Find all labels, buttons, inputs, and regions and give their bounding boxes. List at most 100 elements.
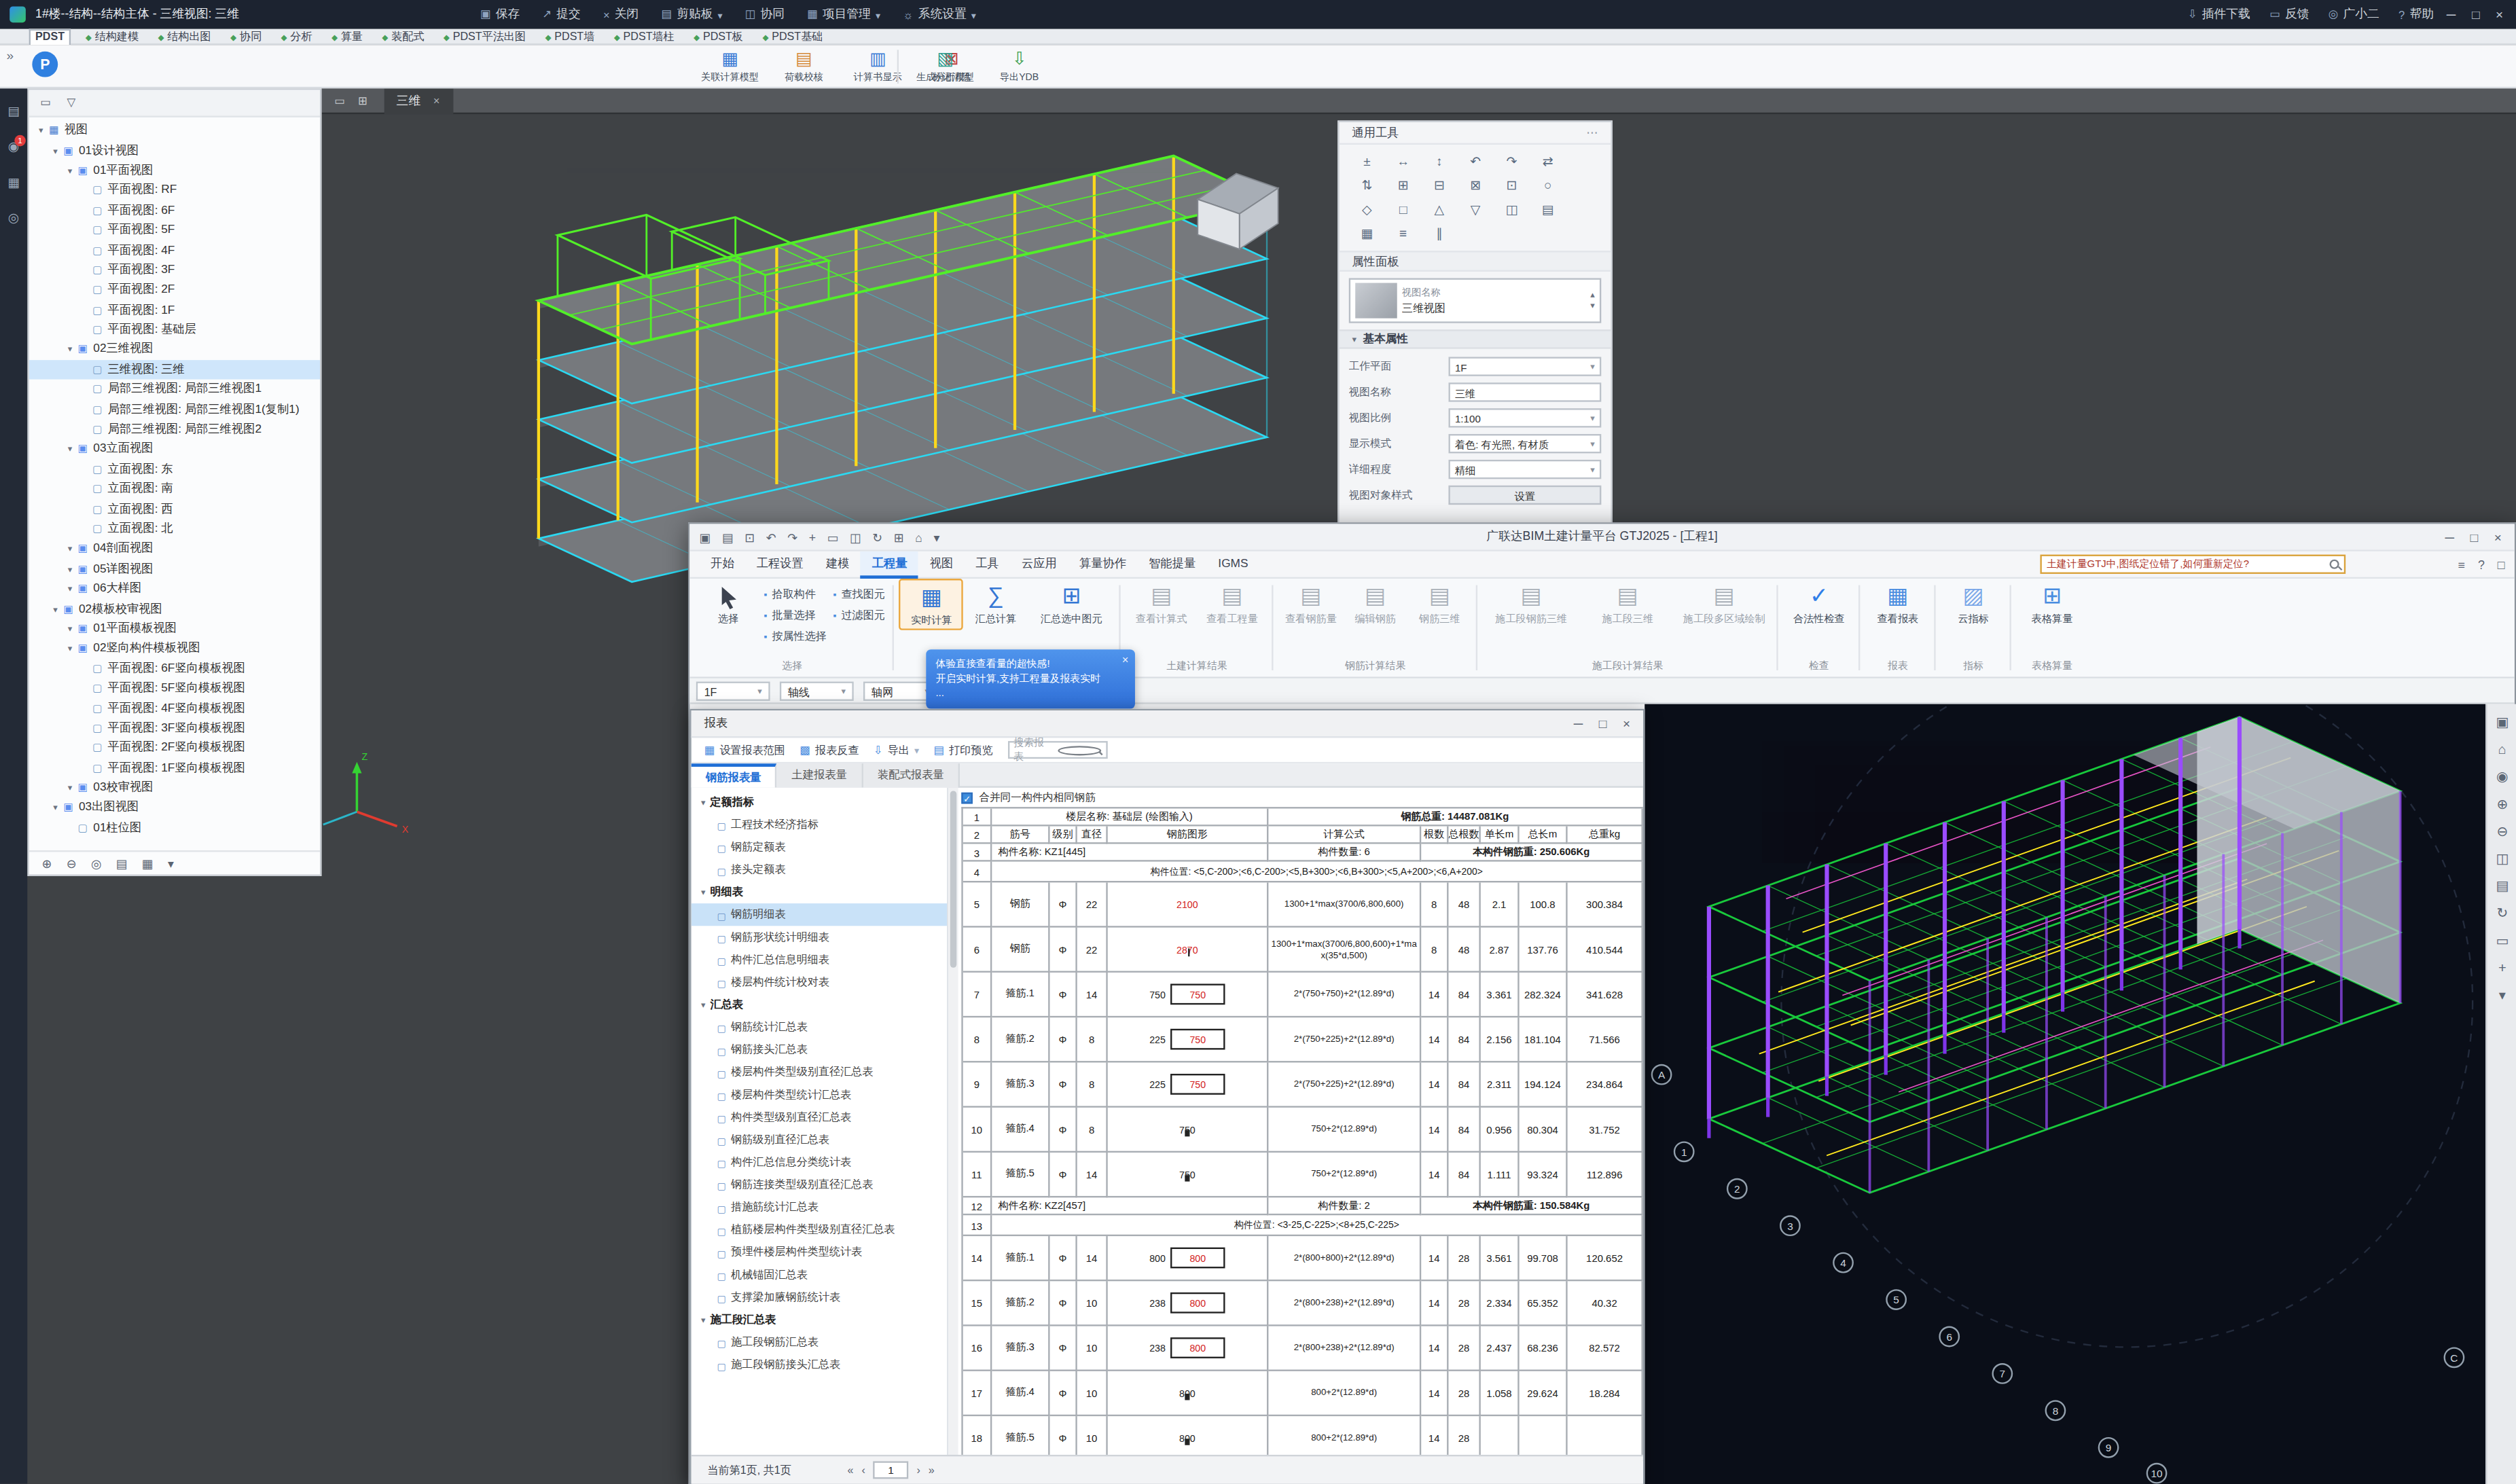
property-control[interactable]: 设置	[1448, 486, 1601, 505]
tree-item[interactable]: 三维视图: 三维	[29, 359, 320, 379]
view-tool-icon[interactable]: ▾	[2499, 987, 2506, 1003]
rebar-row[interactable]: 6 钢筋 Φ 22 2870 2870 1300+1*max(3700/6,80…	[963, 928, 1643, 973]
report-tree-item[interactable]: 钢筋级别直径汇总表	[691, 1128, 947, 1151]
pdst-ribbon-tab[interactable]: 装配式	[377, 28, 429, 44]
pdst-titlebar-tool[interactable]: ? 帮助	[2398, 6, 2434, 22]
minimize-button[interactable]: ─	[2447, 7, 2456, 22]
gtj-menu-tab[interactable]: 开始	[700, 551, 746, 578]
pdst-ribbon-tab[interactable]: PDST板	[689, 28, 748, 44]
report-tree-item[interactable]: 楼层构件类型统计汇总表	[691, 1083, 947, 1106]
floor-select[interactable]: 1F	[696, 681, 770, 700]
pdst-ribbon-tab[interactable]: PDST基础	[757, 28, 827, 44]
tool-icon[interactable]: ↕	[1421, 149, 1457, 174]
pdst-ribbon-tab[interactable]: PDST墙柱	[609, 28, 679, 44]
pdst-menu-item[interactable]: ☼ 系统设置 ▾	[903, 6, 976, 22]
expand-arrow-icon[interactable]	[65, 444, 76, 454]
report-tree-item[interactable]: 构件汇总信息明细表	[691, 948, 947, 971]
pdst-ribbon-tab[interactable]: 结构建模	[81, 28, 143, 44]
tree-item[interactable]: 立面视图: 南	[29, 479, 320, 499]
element-type-select[interactable]: 轴线	[780, 681, 854, 700]
report-tree-item[interactable]: 钢筋定额表	[691, 836, 947, 858]
tree-item[interactable]: 平面视图: 1F	[29, 300, 320, 319]
expand-arrow-icon[interactable]	[65, 564, 76, 573]
ribbon-big-button[interactable]: 查看钢筋量	[1279, 579, 1344, 627]
ribbon-big-button[interactable]: 查看计算式	[1126, 579, 1197, 627]
ribbon-small-button[interactable]: 批量选择	[763, 604, 827, 626]
tree-item[interactable]: 02三维视图	[29, 340, 320, 359]
search-icon[interactable]	[2329, 560, 2339, 569]
gtj-menu-tab[interactable]: IGMS	[1207, 551, 1259, 578]
tree-view-icon[interactable]: ▭	[40, 96, 51, 109]
ribbon-big-button[interactable]: 查看工程量	[1197, 579, 1268, 627]
view-tool-icon[interactable]: ⊖	[2496, 823, 2508, 839]
sidebar-strip-icon[interactable]: ◉ 1	[8, 140, 20, 156]
summary-selected-button[interactable]: 汇总选中图元	[1028, 579, 1115, 627]
tree-item[interactable]: 03出图视图	[29, 798, 320, 818]
property-control[interactable]: 精细	[1448, 460, 1601, 479]
report-tree-item[interactable]: 钢筋连接类型级别直径汇总表	[691, 1174, 947, 1196]
report-tree-item[interactable]: 楼层构件类型级别直径汇总表	[691, 1061, 947, 1083]
pdst-ribbon-button[interactable]: ▧ 生成分析模型	[910, 47, 981, 86]
report-tree-item[interactable]: 接头定额表	[691, 858, 947, 881]
tree-item[interactable]: 立面视图: 西	[29, 499, 320, 519]
pdst-ribbon-tab[interactable]: 结构出图	[153, 28, 215, 44]
tree-item[interactable]: 04剖面视图	[29, 539, 320, 558]
report-tree-item[interactable]: 钢筋形状统计明细表	[691, 926, 947, 948]
gtj-menu-tab[interactable]: 工程设置	[745, 551, 814, 578]
tree-item[interactable]: 平面视图: 2F	[29, 280, 320, 300]
report-tree-item[interactable]: 支撑梁加腋钢筋统计表	[691, 1286, 947, 1308]
tool-icon[interactable]: ▦	[1349, 222, 1385, 247]
expand-arrow-icon[interactable]	[65, 623, 76, 633]
ribbon-big-button[interactable]: 施工段三维	[1579, 579, 1676, 627]
ribbon-big-button[interactable]: 编辑钢筋	[1343, 579, 1407, 627]
tool-icon[interactable]: ⇅	[1349, 174, 1385, 198]
tree-item[interactable]: 视图	[29, 121, 320, 141]
rebar-row[interactable]: 14 箍筋.1 Φ 14 800 800 800 2*(800+800)+2*(…	[963, 1236, 1643, 1281]
realtime-calc-button[interactable]: 实时计算	[899, 579, 964, 630]
close-button[interactable]: ×	[1623, 716, 1630, 730]
report-tree-item[interactable]: 钢筋统计汇总表	[691, 1016, 947, 1038]
pdst-titlebar-tool[interactable]: ◎ 广小二	[2329, 6, 2379, 22]
view-tool-icon[interactable]: ▣	[2496, 714, 2509, 730]
ribbon-small-button[interactable]: 拾取构件	[763, 583, 827, 604]
tree-item[interactable]: 平面视图: 5F竖向模板视图	[29, 678, 320, 698]
maximize-button[interactable]: □	[2472, 7, 2479, 22]
close-button[interactable]: ×	[2496, 7, 2503, 22]
rebar-row[interactable]: 11 箍筋.5 Φ 14 750 750 750+2*(12.89*d) 14	[963, 1153, 1643, 1197]
expand-arrow-icon[interactable]	[65, 644, 76, 653]
tree-item[interactable]: 平面视图: 5F	[29, 220, 320, 240]
tree-item[interactable]: 01设计视图	[29, 141, 320, 160]
tree-item[interactable]: 平面视图: 1F竖向模板视图	[29, 758, 320, 778]
tree-item[interactable]: 平面视图: 3F竖向模板视图	[29, 718, 320, 738]
gtj-menu-tab[interactable]: 云应用	[1010, 551, 1068, 578]
rebar-row[interactable]: 8 箍筋.2 Φ 8 225 750 750 2*(750+225)+2*(12…	[963, 1017, 1643, 1062]
report-tab[interactable]: 钢筋报表量	[691, 763, 778, 788]
tree-item[interactable]: 立面视图: 北	[29, 519, 320, 539]
last-page-button[interactable]: »	[929, 1464, 935, 1476]
tree-item[interactable]: 03校审视图	[29, 778, 320, 797]
view-tool-icon[interactable]: ⌂	[2498, 741, 2506, 757]
report-search-box[interactable]: 搜索报表	[1007, 741, 1107, 759]
gtj-menu-tab[interactable]: 建模	[814, 551, 861, 578]
tool-icon[interactable]: ≡	[1385, 222, 1421, 247]
maximize-button[interactable]: □	[2470, 530, 2478, 544]
cloud-index-button[interactable]: 云指标	[1941, 579, 2006, 627]
viewport-layout-icon[interactable]: ▭	[334, 94, 345, 107]
page-number-input[interactable]: 1	[874, 1461, 909, 1479]
report-tab[interactable]: 装配式报表量	[863, 763, 960, 788]
tree-footer-icon[interactable]: ◎	[91, 856, 101, 870]
ribbon-big-button[interactable]: 施工段多区域绘制	[1676, 579, 1772, 627]
pdst-titlebar-tool[interactable]: ▭ 反馈	[2269, 6, 2309, 22]
report-tree-item[interactable]: 钢筋明细表	[691, 903, 947, 926]
minimize-button[interactable]: ─	[2445, 530, 2454, 544]
rebar-row[interactable]: 15 箍筋.2 Φ 10 238 800 800 2*(800+238)+2*(…	[963, 1281, 1643, 1326]
pdst-ribbon-tab[interactable]: 算量	[327, 28, 367, 44]
pdst-ribbon-tab[interactable]: PDST墙	[540, 28, 599, 44]
tree-item[interactable]: 05详图视图	[29, 559, 320, 579]
titlebar-mini-icon[interactable]: □	[2498, 558, 2505, 572]
tree-item[interactable]: 06大样图	[29, 579, 320, 598]
tree-item[interactable]: 平面视图: 基础层	[29, 320, 320, 340]
tree-item[interactable]: 01柱位图	[29, 818, 320, 837]
tool-icon[interactable]: ⇄	[1530, 149, 1566, 174]
minimize-button[interactable]: ─	[1574, 716, 1583, 730]
